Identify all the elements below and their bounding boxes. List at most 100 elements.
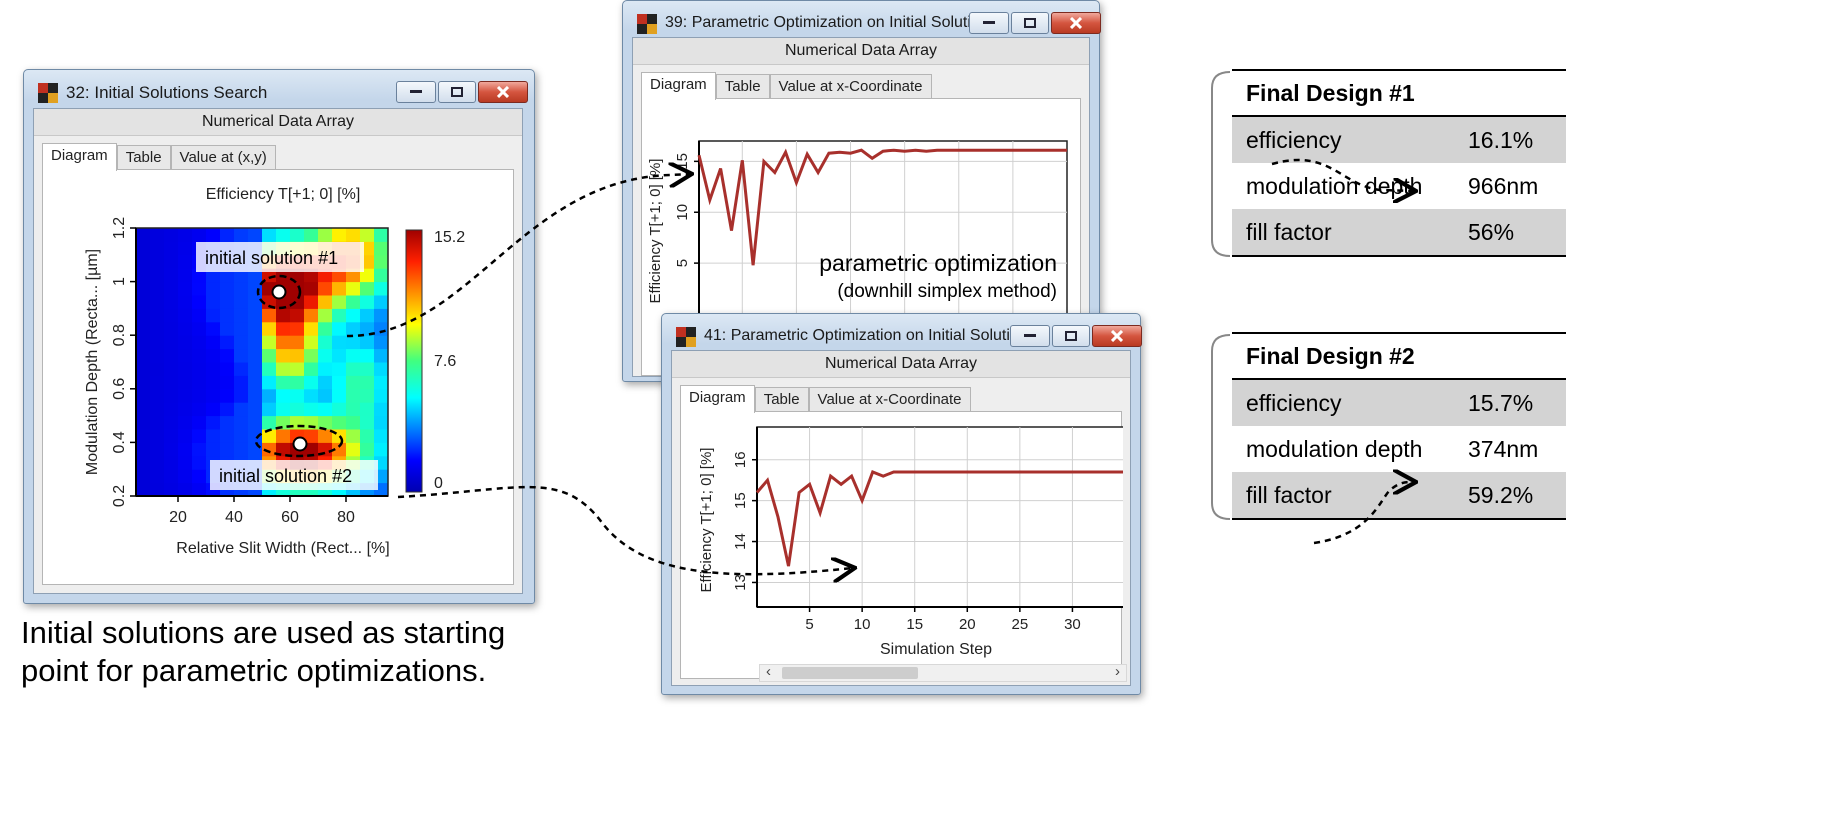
heatmap-cell (178, 281, 193, 296)
annotation-main: parametric optimization (819, 250, 1057, 276)
heatmap-cell (164, 321, 179, 336)
tab-table[interactable]: Table (715, 74, 770, 99)
heatmap-cell (206, 402, 221, 417)
heatmap-cell (164, 388, 179, 403)
heatmap-cell (276, 402, 291, 417)
y-tick-label: 13 (732, 574, 749, 591)
scroll-right-icon[interactable]: › (1115, 663, 1120, 680)
close-button[interactable] (478, 81, 528, 103)
close-button[interactable] (1051, 12, 1101, 34)
heatmap-cell (248, 321, 263, 336)
heatmap-cell (262, 415, 277, 430)
heatmap-cell (304, 308, 319, 323)
heatmap-cell (178, 415, 193, 430)
heatmap-cell (178, 455, 193, 470)
x-axis-label: Simulation Step (880, 641, 992, 658)
tab-diagram[interactable]: Diagram (641, 72, 716, 100)
heatmap-cell (332, 281, 347, 296)
title-bar[interactable]: 39: Parametric Optimization on Initial S… (623, 1, 1101, 39)
heatmap-cell (136, 455, 151, 470)
heatmap-cell (304, 375, 319, 390)
heatmap-cell (262, 402, 277, 417)
scroll-left-icon[interactable]: ‹ (766, 663, 771, 680)
design-2-row-efficiency: efficiency 15.7% (1232, 380, 1566, 426)
horizontal-scrollbar[interactable]: ‹ › (759, 663, 1127, 682)
heatmap-cell (276, 228, 291, 242)
y-tick-label: 1 (111, 277, 128, 286)
heatmap-cell (290, 388, 305, 403)
heatmap-cell (374, 308, 389, 323)
heatmap-cell (374, 295, 389, 309)
heatmap-cell (332, 228, 347, 242)
y-tick-label: 10 (674, 204, 691, 221)
heatmap-cell (360, 295, 375, 309)
tab-table[interactable]: Table (754, 387, 809, 412)
heatmap-chart[interactable]: Efficiency T[+1; 0] [%] 20 40 60 80 0.20.40… (43, 170, 515, 587)
heatmap-cell (276, 335, 291, 350)
heatmap-cell (346, 375, 361, 390)
heatmap-cell (192, 429, 207, 443)
heatmap-cell (136, 321, 151, 336)
window-initial-solutions-search[interactable]: 32: Initial Solutions Search Numerical D… (23, 69, 535, 604)
heatmap-cell (150, 281, 165, 296)
minimize-button[interactable] (396, 81, 436, 103)
scrollbar-thumb[interactable] (782, 667, 918, 679)
heatmap-cell (304, 295, 319, 309)
heatmap-cell (136, 335, 151, 350)
heatmap-cell (248, 228, 263, 242)
heatmap-cell (290, 295, 305, 309)
heatmap-cell (248, 388, 263, 403)
tab-diagram[interactable]: Diagram (680, 385, 755, 413)
heatmap-cell (206, 348, 221, 363)
optimization-chart-2[interactable]: 5 10 15 20 25 30 13 14 15 16 Efficiency T[+1; 0]… (681, 412, 1123, 680)
heatmap-cell (136, 469, 151, 484)
tab-value-at-x[interactable]: Value at x-Coordinate (769, 74, 932, 99)
tab-diagram[interactable]: Diagram (42, 143, 117, 171)
maximize-button[interactable] (1011, 12, 1049, 34)
y-axis-label: Efficiency T[+1; 0] [%] (647, 159, 664, 304)
minimize-icon (983, 21, 995, 24)
heatmap-cell (150, 362, 165, 376)
heatmap-cell (178, 228, 193, 242)
window-title: 32: Initial Solutions Search (66, 83, 268, 102)
heatmap-cell (178, 308, 193, 323)
close-icon (1111, 330, 1123, 342)
tab-table[interactable]: Table (116, 145, 171, 170)
heatmap-cell (304, 281, 319, 296)
maximize-button[interactable] (438, 81, 476, 103)
x-tick-label: 20 (169, 509, 187, 526)
row-value: 15.7% (1468, 390, 1534, 416)
heatmap-cell (374, 442, 389, 457)
heatmap-cell (136, 388, 151, 403)
y-tick-label: 0.2 (111, 485, 128, 507)
heatmap-cell (136, 442, 151, 457)
heatmap-cell (178, 268, 193, 283)
colorbar-max: 15.2 (434, 229, 465, 246)
title-bar[interactable]: 41: Parametric Optimization on Initial S… (662, 314, 1142, 352)
minimize-button[interactable] (969, 12, 1009, 34)
y-tick-label: 0.8 (111, 324, 128, 346)
maximize-button[interactable] (1052, 325, 1090, 347)
heatmap-cell (276, 375, 291, 390)
solution-2-marker[interactable] (292, 436, 308, 452)
heatmap-cell (360, 402, 375, 417)
heatmap-cell (346, 308, 361, 323)
tab-value-at-xy[interactable]: Value at (x,y) (170, 145, 276, 170)
close-button[interactable] (1092, 325, 1142, 347)
window-parametric-optimization-41[interactable]: 41: Parametric Optimization on Initial S… (661, 313, 1142, 695)
minimize-button[interactable] (1010, 325, 1050, 347)
solution-1-marker[interactable] (271, 284, 287, 300)
heatmap-cell (248, 348, 263, 363)
x-tick-label: 60 (281, 509, 299, 526)
heatmap-cell (234, 228, 249, 242)
heatmap-cell (360, 375, 375, 390)
y-tick-label: 1.2 (111, 217, 128, 239)
title-bar[interactable]: 32: Initial Solutions Search (24, 70, 534, 108)
tab-value-at-x[interactable]: Value at x-Coordinate (808, 387, 971, 412)
heatmap-cell (360, 429, 375, 443)
heatmap-cell (346, 348, 361, 363)
heatmap-cell (150, 442, 165, 457)
heatmap-cell (192, 335, 207, 350)
heatmap-cell (164, 415, 179, 430)
final-design-2-title: Final Design #2 (1232, 332, 1566, 380)
